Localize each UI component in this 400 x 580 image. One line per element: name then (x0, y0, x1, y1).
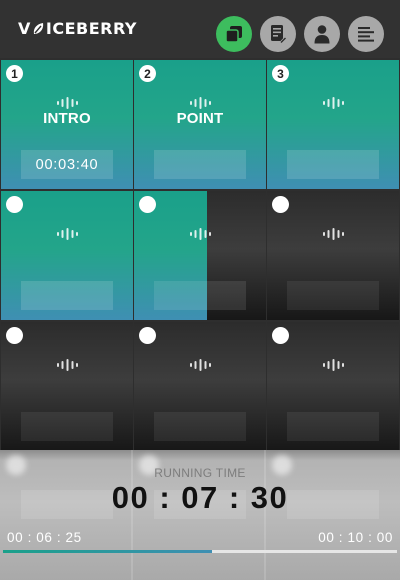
profile-button[interactable] (304, 16, 340, 52)
cue-tile-3[interactable]: 3 (267, 60, 399, 189)
squares-icon (225, 26, 242, 43)
elapsed-time: 00 : 06 : 25 (7, 530, 82, 545)
tile-time-slot (154, 281, 246, 310)
tile-time-slot (21, 412, 113, 441)
logo-leaf-icon (33, 22, 44, 34)
audio-wave-icon (57, 359, 78, 371)
cue-tile-9[interactable] (267, 322, 399, 451)
tile-time-slot (287, 412, 379, 441)
cue-tile-8[interactable] (134, 322, 266, 451)
document-edit-icon (271, 25, 287, 44)
tile-number-badge (139, 327, 156, 344)
tile-time (287, 150, 379, 179)
cue-tile-5[interactable] (134, 191, 266, 320)
audio-wave-icon (190, 359, 211, 371)
cue-tile-4[interactable] (1, 191, 133, 320)
tile-time: 00:03:40 (21, 150, 113, 179)
total-time: 00 : 10 : 00 (318, 530, 393, 545)
logo-prefix: V (18, 19, 31, 38)
tile-title: INTRO (43, 110, 91, 127)
tile-number-badge (6, 196, 23, 213)
tile-number-badge (6, 327, 23, 344)
tile-time-slot (287, 281, 379, 310)
audio-wave-icon (323, 97, 344, 109)
tile-number-badge (139, 196, 156, 213)
running-progress-fill (3, 550, 212, 553)
cue-tile-7[interactable] (1, 322, 133, 451)
menu-button[interactable] (348, 16, 384, 52)
person-icon (314, 25, 330, 44)
audio-wave-icon (190, 97, 211, 109)
tile-time (154, 150, 246, 179)
running-progress-track[interactable] (3, 550, 397, 553)
cue-grid: 1 INTRO 00:03:40 2 POINT 3 (0, 58, 400, 451)
running-time-value: 00 : 07 : 30 (111, 480, 289, 515)
tile-number-badge (272, 196, 289, 213)
tile-number-badge (272, 327, 289, 344)
running-time-panel: RUNNING TIME 00 : 07 : 30 00 : 06 : 25 0… (0, 450, 400, 580)
script-button[interactable] (260, 16, 296, 52)
tile-number-badge: 1 (6, 65, 23, 82)
running-time-label: RUNNING TIME (154, 466, 246, 480)
audio-wave-icon (323, 359, 344, 371)
cue-tile-1[interactable]: 1 INTRO 00:03:40 (1, 60, 133, 189)
cue-tile-2[interactable]: 2 POINT (134, 60, 266, 189)
audio-wave-icon (57, 97, 78, 109)
tile-time-slot (21, 281, 113, 310)
audio-wave-icon (323, 228, 344, 240)
tile-time-slot (154, 412, 246, 441)
app-header: V ICEBERRY (0, 0, 400, 58)
tile-number-badge: 3 (272, 65, 289, 82)
audio-wave-icon (190, 228, 211, 240)
audio-wave-icon (57, 228, 78, 240)
logo-suffix: ICEBERRY (45, 19, 137, 38)
tile-number-badge: 2 (139, 65, 156, 82)
tile-title: POINT (176, 110, 224, 127)
board-view-button[interactable] (216, 16, 252, 52)
cue-tile-6[interactable] (267, 191, 399, 320)
list-lines-icon (358, 27, 374, 42)
app-logo: V ICEBERRY (18, 19, 137, 38)
